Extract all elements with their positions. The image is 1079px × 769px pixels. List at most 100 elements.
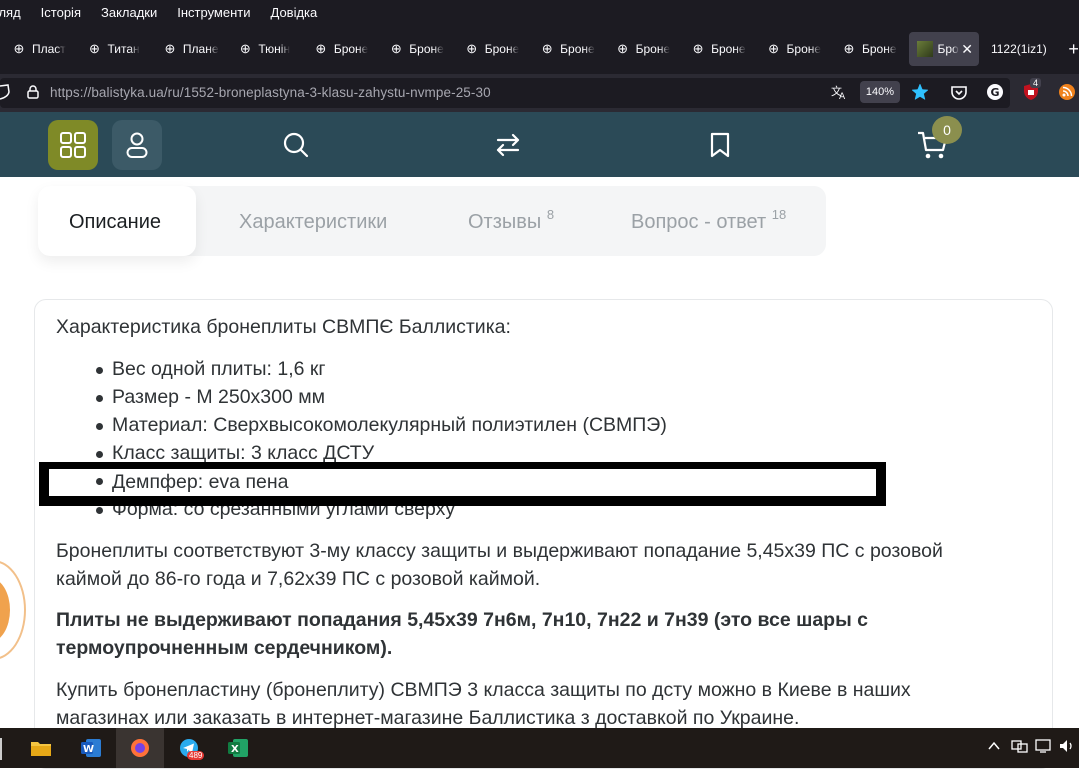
- site-favicon-icon: [917, 41, 934, 57]
- excel-icon[interactable]: X: [227, 738, 249, 758]
- browser-tab[interactable]: ⊕ Броне: [381, 32, 456, 66]
- browser-tab[interactable]: ⊕ Броне: [532, 32, 607, 66]
- browser-tab[interactable]: ⊕ Броне: [834, 32, 909, 66]
- account-button[interactable]: [112, 120, 162, 170]
- menu-bookmarks[interactable]: Закладки: [88, 5, 167, 20]
- tab-reviews[interactable]: Отзывы 8: [468, 207, 554, 234]
- paragraph-warning-line2: термоупрочненным сердечником).: [56, 637, 393, 659]
- grid-icon: [60, 132, 86, 158]
- spec-heading: Характеристика бронеплиты СВМПЄ Баллисти…: [56, 316, 511, 338]
- tab-characteristics-label: Характеристики: [239, 211, 388, 233]
- tracking-shield-icon[interactable]: [0, 84, 10, 100]
- tab-label: Броне: [409, 42, 444, 56]
- display-icon[interactable]: [1034, 738, 1054, 754]
- browser-tab[interactable]: ⊕ Тюнін: [230, 32, 305, 66]
- spec-size: Размер - М 250х300 мм: [96, 383, 667, 411]
- browser-tab[interactable]: ⊕ Броне: [457, 32, 532, 66]
- pocket-icon[interactable]: [950, 83, 968, 101]
- tab-label: Броне: [333, 42, 369, 56]
- qa-count: 18: [771, 207, 787, 222]
- tab-favicon-icon: ⊕: [466, 41, 478, 56]
- bullet-dot: [96, 478, 103, 485]
- bookmark-icon[interactable]: [707, 131, 733, 159]
- browser-tab[interactable]: ⊕ Броне: [683, 32, 758, 66]
- browser-tab-active[interactable]: Бро ✕: [909, 32, 979, 66]
- paragraph-protection-line1: Бронеплиты соответствуют 3-му классу защ…: [56, 540, 943, 562]
- tab-label: 1122(1iz1): [990, 42, 1047, 56]
- new-tab-button[interactable]: +: [1068, 39, 1079, 60]
- browser-tab[interactable]: ⊕ Плане: [155, 32, 230, 66]
- rss-icon[interactable]: [1058, 83, 1076, 101]
- tab-label: Броне: [786, 42, 822, 56]
- user-icon: [126, 132, 148, 158]
- menu-view[interactable]: гляд: [0, 5, 31, 20]
- tab-label: Бро: [937, 42, 959, 56]
- bookmark-star-icon[interactable]: [911, 83, 929, 101]
- firefox-icon[interactable]: [129, 738, 151, 758]
- tab-favicon-icon: ⊕: [164, 41, 176, 56]
- close-tab-icon[interactable]: ✕: [961, 41, 973, 58]
- file-explorer-icon[interactable]: [30, 738, 52, 758]
- tab-label: Плане: [182, 42, 219, 56]
- tab-favicon-icon: ⊕: [390, 41, 402, 56]
- tab-favicon-icon: ⊕: [843, 41, 855, 56]
- svg-text:W: W: [83, 744, 94, 755]
- menu-bar: гляд Історія Закладки Інструменти Довідк…: [0, 0, 1079, 24]
- translate-icon[interactable]: 文A: [830, 83, 848, 101]
- compare-icon[interactable]: [494, 131, 522, 159]
- url-host: https://balistyka.ua: [50, 85, 164, 100]
- browser-tab[interactable]: ⊕ Броне: [608, 32, 683, 66]
- tab-label: Броне: [560, 42, 595, 56]
- tab-favicon-icon: ⊕: [617, 41, 629, 56]
- reviews-count: 8: [546, 207, 555, 222]
- tab-label: Броне: [635, 42, 671, 56]
- menu-history[interactable]: Історія: [28, 5, 91, 20]
- volume-icon[interactable]: [1058, 738, 1078, 754]
- url-path: /ru/1552-broneplastyna-3-klasu-zahystu-n…: [163, 85, 491, 100]
- spec-weight: Вес одной плиты: 1,6 кг: [96, 355, 667, 383]
- paragraph-buy-line1: Купить бронепластину (бронеплиту) СВМПЭ …: [56, 679, 911, 701]
- tab-reviews-label: Отзывы: [468, 211, 542, 233]
- tab-label: Тюнін: [258, 42, 291, 56]
- catalog-button[interactable]: [48, 120, 98, 170]
- svg-text:X: X: [231, 744, 239, 755]
- browser-tab[interactable]: ⊕ Титан: [79, 32, 154, 66]
- tab-label: Броне: [711, 42, 746, 56]
- svg-text:G: G: [991, 86, 1000, 99]
- browser-tab[interactable]: ⊕ Броне: [759, 32, 834, 66]
- telegram-badge: 489: [187, 751, 205, 760]
- tab-favicon-icon: ⊕: [541, 41, 553, 56]
- word-icon[interactable]: W: [80, 738, 102, 758]
- zoom-level-button[interactable]: 140%: [860, 81, 900, 103]
- menu-tools[interactable]: Інструменти: [164, 5, 260, 20]
- tab-qa[interactable]: Вопрос - ответ 18: [631, 207, 786, 234]
- tab-label: Пласт: [32, 42, 66, 56]
- tab-label: Титан: [107, 42, 140, 56]
- svg-text:A: A: [839, 92, 846, 101]
- tab-favicon-icon: ⊕: [239, 41, 251, 56]
- tab-favicon-icon: ⊕: [13, 41, 25, 56]
- tab-strip: ⊕ Пласт ⊕ Титан ⊕ Плане ⊕ Тюнін ⊕ Броне ⊕ Брон…: [0, 24, 1079, 74]
- menu-help[interactable]: Довідка: [258, 5, 328, 20]
- tab-favicon-icon: ⊕: [768, 41, 779, 56]
- url-text[interactable]: https://balistyka.ua/ru/1552-broneplasty…: [50, 85, 491, 100]
- spec-material: Материал: Сверхвысокомолекулярный полиэт…: [96, 411, 667, 439]
- extension-badge: 4: [1030, 78, 1042, 88]
- tab-favicon-icon: ⊕: [692, 41, 704, 56]
- lock-icon[interactable]: [26, 85, 40, 99]
- browser-tab[interactable]: 1122(1iz1): [979, 32, 1058, 66]
- chevron-up-icon[interactable]: [986, 738, 1002, 754]
- browser-tab[interactable]: ⊕ Пласт: [4, 32, 79, 66]
- paragraph-protection-line2: каймой до 86-го года и 7,62х39 ПС с розо…: [56, 568, 541, 590]
- network-icon[interactable]: [1010, 738, 1030, 754]
- tab-favicon-icon: ⊕: [89, 41, 100, 56]
- tab-qa-label: Вопрос - ответ: [631, 211, 767, 233]
- tab-characteristics[interactable]: Характеристики: [239, 211, 387, 234]
- spec-damper: Демпфер: eva пена: [112, 471, 289, 493]
- browser-tab[interactable]: ⊕ Броне: [306, 32, 381, 66]
- tab-description-label[interactable]: Описание: [69, 211, 161, 234]
- cart-count-badge: 0: [932, 116, 962, 144]
- tab-label: Броне: [861, 42, 897, 56]
- search-icon[interactable]: [282, 131, 310, 159]
- grammarly-icon[interactable]: G: [986, 83, 1004, 101]
